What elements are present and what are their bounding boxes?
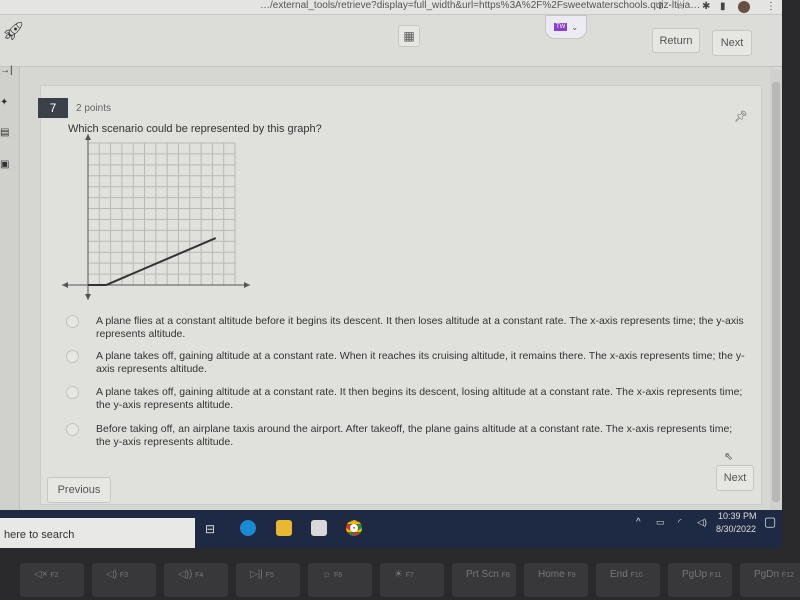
battery-icon[interactable]: ▭: [656, 517, 665, 528]
key-label: Prt Scn: [466, 569, 499, 580]
question-number: 7: [38, 98, 68, 118]
radio-button[interactable]: [66, 315, 79, 328]
series-line: [88, 237, 217, 286]
radio-button[interactable]: [66, 423, 79, 436]
key-fn: F2: [50, 572, 59, 579]
question-points: 2 points: [76, 103, 112, 114]
next-button[interactable]: Next: [716, 465, 754, 491]
scrollbar[interactable]: [770, 70, 782, 515]
keyboard-key: PgUp F11: [668, 563, 732, 597]
key-label: ◁): [106, 569, 118, 580]
y-axis-arrow-down: [85, 294, 91, 300]
answer-option-text: A plane takes off, gaining altitude at a…: [96, 386, 743, 411]
key-label: ☀: [394, 569, 403, 580]
key-label: PgDn: [754, 569, 780, 580]
keyboard-key: ◁× F2: [20, 563, 84, 597]
answer-option[interactable]: A plane takes off, gaining altitude at a…: [66, 350, 746, 376]
key-fn: F5: [265, 572, 274, 579]
edge-icon[interactable]: [240, 520, 256, 536]
chevron-up-icon[interactable]: ^: [636, 517, 641, 528]
store-icon[interactable]: [311, 520, 327, 536]
key-label: ◁×: [34, 569, 48, 580]
key-fn: F7: [405, 572, 414, 579]
extensions-icon[interactable]: ✱: [702, 1, 710, 12]
notes-icon[interactable]: ▣: [0, 159, 9, 170]
next-button-top[interactable]: Next: [712, 30, 752, 56]
key-label: ☼: [322, 569, 332, 580]
key-fn: F4: [195, 572, 204, 579]
keyboard-key: ◁) F3: [92, 563, 156, 597]
share-icon[interactable]: ⇪: [656, 1, 664, 12]
sidebar-icon[interactable]: ▮: [720, 1, 726, 12]
answer-option-text: Before taking off, an airplane taxis aro…: [96, 423, 733, 448]
key-label: PgUp: [682, 569, 708, 580]
chevron-down-icon: ⌄: [571, 22, 579, 32]
key-fn: F3: [119, 572, 128, 579]
extension-badge: TW: [553, 23, 568, 31]
chrome-icon[interactable]: [346, 520, 362, 536]
task-view-icon[interactable]: ⊟: [205, 522, 215, 536]
key-fn: F12: [781, 572, 794, 579]
key-label: End: [610, 569, 628, 580]
answer-option[interactable]: A plane flies at a constant altitude bef…: [66, 315, 746, 341]
taskbar-search[interactable]: here to search: [0, 518, 195, 548]
keyboard-key: PgDn F12: [740, 563, 800, 597]
address-bar[interactable]: …/external_tools/retrieve?display=full_w…: [0, 0, 782, 15]
star-icon[interactable]: ☆: [676, 1, 685, 12]
wifi-icon[interactable]: ◜: [678, 517, 682, 528]
key-fn: F10: [630, 572, 643, 579]
answer-option[interactable]: A plane takes off, gaining altitude at a…: [66, 386, 746, 412]
notification-icon[interactable]: ▢: [764, 514, 776, 530]
collapse-icon[interactable]: →|: [0, 65, 13, 76]
key-label: ▷||: [250, 569, 263, 580]
extension-dropdown[interactable]: TW ⌄: [545, 15, 587, 39]
quiz-toolbar: 🚀︎ ▦ TW ⌄ Return Next: [0, 15, 782, 67]
scrollbar-thumb[interactable]: [772, 82, 780, 502]
clock-time[interactable]: 10:39 PM: [718, 511, 757, 521]
key-fn: F11: [709, 572, 722, 579]
document-icon[interactable]: ▤: [0, 127, 9, 138]
menu-icon[interactable]: ⋮: [766, 1, 776, 12]
answer-option-text: A plane flies at a constant altitude bef…: [96, 315, 744, 340]
y-axis-arrow-up: [85, 134, 91, 140]
pin-icon[interactable]: ✦: [0, 97, 8, 108]
clock-date[interactable]: 8/30/2022: [716, 524, 756, 534]
question-graph: [62, 134, 250, 300]
key-fn: F9: [567, 572, 576, 579]
keyboard-key: ◁)) F4: [164, 563, 228, 597]
file-explorer-icon[interactable]: [276, 520, 292, 536]
screen: …/external_tools/retrieve?display=full_w…: [0, 0, 782, 548]
pin-question-icon[interactable]: 📌︎: [734, 110, 748, 123]
keyboard-key: Home F9: [524, 563, 588, 597]
previous-button[interactable]: Previous: [47, 477, 111, 503]
radio-button[interactable]: [66, 386, 79, 399]
grid: [87, 142, 236, 286]
answer-option-text: A plane takes off, gaining altitude at a…: [96, 350, 745, 375]
mouse-cursor-icon: ⇖: [724, 451, 734, 463]
answer-option[interactable]: Before taking off, an airplane taxis aro…: [66, 423, 746, 449]
keyboard-key: ☼ F6: [308, 563, 372, 597]
key-fn: F8: [501, 572, 510, 579]
volume-icon[interactable]: ◁): [697, 517, 707, 528]
key-fn: F6: [333, 572, 343, 579]
x-axis-arrow-right: [244, 282, 250, 288]
rocket-icon[interactable]: 🚀︎: [2, 21, 25, 42]
profile-avatar[interactable]: [738, 1, 750, 13]
keyboard-key: ▷|| F5: [236, 563, 300, 597]
side-panel: →| ✦ ▤ ▣: [0, 65, 20, 517]
return-button[interactable]: Return: [652, 28, 700, 53]
keyboard-key: ☀ F7: [380, 563, 444, 597]
keyboard-key: Prt Scn F8: [452, 563, 516, 597]
calculator-icon: ▦: [403, 29, 415, 43]
key-label: Home: [538, 569, 565, 580]
radio-button[interactable]: [66, 350, 79, 363]
key-label: ◁)): [178, 569, 193, 580]
keyboard-key: End F10: [596, 563, 660, 597]
url-text[interactable]: …/external_tools/retrieve?display=full_w…: [260, 0, 700, 11]
calculator-button[interactable]: ▦: [398, 25, 420, 47]
x-axis-arrow-left: [62, 282, 68, 288]
keyboard: ◁× F2 ◁) F3 ◁)) F4 ▷|| F5 ☼ F6 ☀ F7 Prt Scn F8…: [0, 555, 800, 600]
